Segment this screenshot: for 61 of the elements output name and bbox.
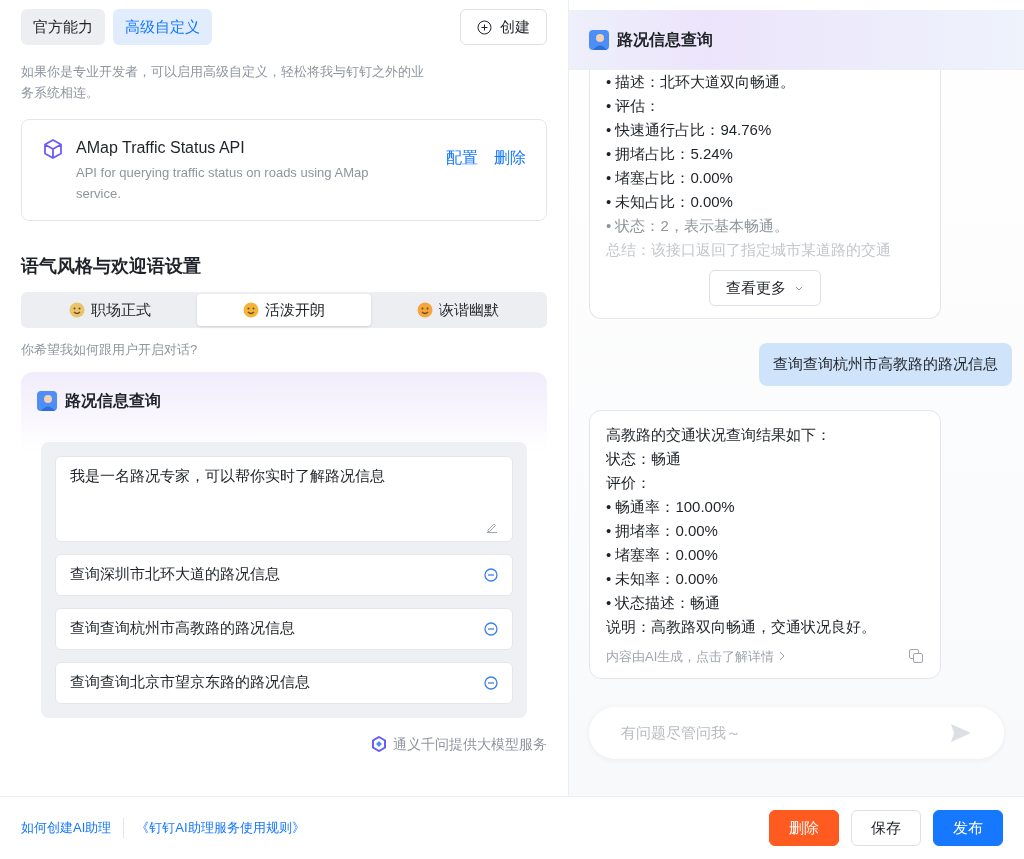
user-message-bubble: 查询查询杭州市高教路的路况信息 — [759, 343, 1012, 386]
avatar-icon — [37, 390, 57, 411]
cube-icon — [42, 138, 64, 160]
avatar-icon — [589, 29, 609, 50]
show-more-button[interactable]: 查看更多 — [709, 270, 821, 306]
api-name: AMap Traffic Status API — [76, 138, 246, 158]
message-line: • 评估： — [606, 96, 662, 116]
suggestion-text: 查询查询北京市望京东路的路况信息 — [70, 672, 310, 693]
suggestion-text: 查询查询杭州市高教路的路况信息 — [70, 618, 295, 639]
remove-icon[interactable] — [484, 567, 498, 582]
message-line: • 畅通率：100.00% — [606, 496, 736, 517]
remove-icon[interactable] — [484, 621, 498, 636]
footer-link[interactable]: 《钉钉AI助理服务使用规则》 — [123, 818, 305, 838]
emoji-face-icon — [243, 302, 259, 318]
emoji-face-icon — [417, 302, 433, 318]
emoji-face-icon — [69, 302, 85, 318]
suggestion-text: 查询深圳市北环大道的路况信息 — [70, 564, 280, 585]
source-tab[interactable]: 高级自定义 — [113, 9, 212, 45]
message-line: • 状态描述：畅通 — [606, 592, 722, 613]
suggestion-item[interactable]: 查询深圳市北环大道的路况信息 — [55, 553, 513, 596]
create-button[interactable]: 创建 — [460, 9, 547, 45]
message-line: • 拥堵占比：5.24% — [606, 144, 734, 164]
chevron-right-icon — [778, 651, 787, 662]
message-line: • 堵塞占比：0.00% — [606, 168, 734, 188]
model-logo-icon — [371, 736, 387, 752]
hint-text: 如果你是专业开发者，可以启用高级自定义，轻松将我与钉钉之外的业务系统相连。 — [21, 63, 425, 102]
footer-button[interactable]: 发布 — [933, 810, 1003, 846]
message-line: 高教路的交通状况查询结果如下： — [606, 424, 832, 445]
api-description: API for querying traffic status on roads using AMap service. — [76, 164, 370, 203]
message-line: • 堵塞率：0.00% — [606, 544, 719, 565]
add-icon — [477, 19, 492, 35]
api-action-link[interactable]: 配置 — [446, 146, 478, 204]
message-line: • 状态：2，表示基本畅通。 — [606, 216, 790, 236]
message-line: • 未知占比：0.00% — [606, 192, 734, 212]
message-line: • 快速通行占比：94.76% — [606, 120, 773, 140]
tone-tab[interactable]: 诙谐幽默 — [371, 294, 545, 326]
source-tab[interactable]: 官方能力 — [21, 9, 105, 45]
assistant-name: 路况信息查询 — [65, 390, 161, 411]
remove-icon[interactable] — [484, 675, 498, 690]
chat-input[interactable]: 有问题尽管问我～ — [621, 721, 950, 745]
greeting-text: 我是一名路况专家，可以帮你实时了解路况信息 — [70, 465, 386, 486]
tone-tab[interactable]: 活泼开朗 — [197, 294, 371, 326]
copy-icon[interactable] — [908, 648, 924, 665]
message-line: • 未知率：0.00% — [606, 568, 719, 589]
api-action-link[interactable]: 删除 — [494, 146, 526, 204]
footer-link[interactable]: 如何创建AI助理 — [21, 818, 112, 838]
provider-text: 通义千问提供大模型服务 — [393, 734, 547, 754]
section-title: 语气风格与欢迎语设置 — [21, 255, 202, 278]
message-line: 状态：畅通 — [606, 448, 682, 469]
message-line: • 拥堵率：0.00% — [606, 520, 719, 541]
message-line: 评价： — [606, 472, 652, 493]
question-text: 你希望我如何跟用户开启对话? — [21, 341, 199, 359]
message-line: 说明：高教路双向畅通，交通状况良好。 — [606, 616, 877, 637]
chat-title: 路况信息查询 — [617, 29, 713, 50]
suggestion-item[interactable]: 查询查询杭州市高教路的路况信息 — [55, 607, 513, 650]
footer-button[interactable]: 保存 — [851, 810, 921, 846]
chat-input-field[interactable]: 有问题尽管问我～ — [589, 707, 1004, 759]
message-line: • 描述：北环大道双向畅通。 — [606, 72, 797, 92]
tone-tab[interactable]: 职场正式 — [23, 294, 197, 326]
suggestion-item[interactable]: 查询查询北京市望京东路的路况信息 — [55, 661, 513, 704]
greeting-field[interactable]: 我是一名路况专家，可以帮你实时了解路况信息 — [55, 455, 513, 542]
